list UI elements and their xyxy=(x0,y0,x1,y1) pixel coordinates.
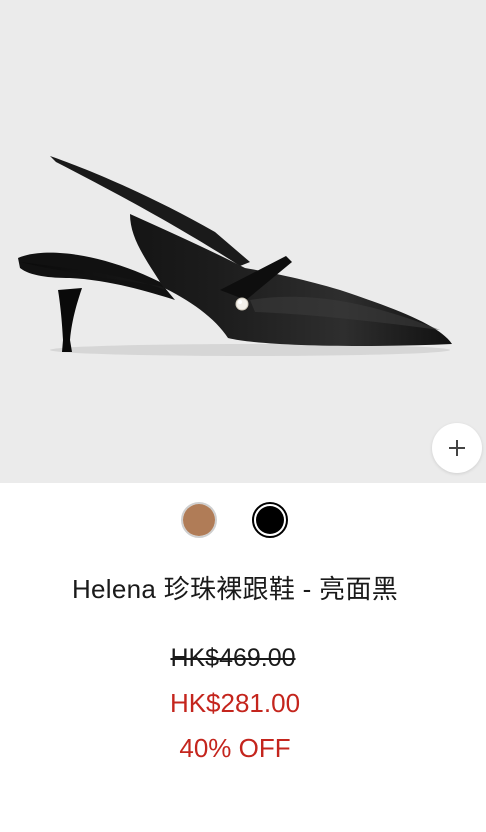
sale-price: HK$281.00 xyxy=(169,688,301,718)
product-image xyxy=(18,156,452,356)
color-swatch-black[interactable] xyxy=(252,502,288,538)
original-price: HK$469.00 xyxy=(0,644,466,673)
discount-badge: 40% OFF xyxy=(179,733,291,763)
product-image-area[interactable] xyxy=(0,0,486,483)
plus-icon xyxy=(449,440,465,456)
swatch-color-tan xyxy=(183,504,215,536)
swatch-color-black xyxy=(256,506,284,534)
original-price-text: HK$469.00 xyxy=(170,644,296,672)
color-swatch-tan[interactable] xyxy=(181,502,217,538)
color-swatches xyxy=(0,502,486,544)
product-title[interactable]: Helena 珍珠裸跟鞋 - 亮面黑 xyxy=(0,569,470,606)
zoom-button[interactable] xyxy=(432,423,482,473)
